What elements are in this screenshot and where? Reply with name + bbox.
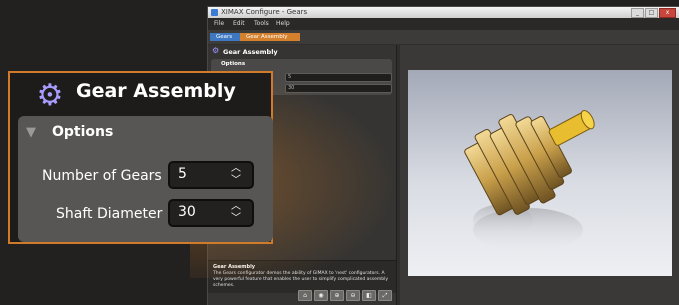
menu-file[interactable]: File [214,20,224,27]
home-view-button[interactable]: ⌂ [298,290,312,301]
collapse-arrow-icon[interactable]: ▼ [26,125,36,140]
callout-options-title: Options [52,124,114,140]
breadcrumb-gear-assembly[interactable]: Gear Assembly [240,33,300,41]
shaft-diameter-label: Shaft Diameter [56,206,163,222]
minimize-button[interactable]: _ [631,8,644,18]
callout-title: Gear Assembly [76,80,236,102]
menu-bar: File Edit Tools Help [208,18,679,30]
gears-icon: ⚙ [36,78,64,113]
window-title: XIMAX Configure - Gears [221,8,308,16]
panel-title: Gear Assembly [223,48,278,56]
section-view-button[interactable]: ◧ [362,290,376,301]
chevron-up-icon[interactable]: ︿ [231,164,241,174]
app-window: XIMAX Configure - Gears _ □ x File Edit … [207,6,679,305]
description-panel: Gear Assembly The Gears configurator dem… [208,260,396,293]
app-logo-icon [211,9,218,16]
fullscreen-button[interactable]: ⤢ [378,290,392,301]
menu-edit[interactable]: Edit [233,20,245,27]
gear-stack [464,110,595,216]
chevron-up-icon[interactable]: ︿ [231,202,241,212]
chevron-down-icon[interactable]: ﹀ [231,176,241,186]
callout-options-panel: ▼ Options Number of Gears 5 ︿ ﹀ Shaft Di… [18,116,273,242]
number-of-gears-stepper[interactable]: 5 ︿ ﹀ [168,161,254,189]
menu-help[interactable]: Help [276,20,290,27]
number-of-gears-value: 5 [178,166,187,182]
zoom-in-button[interactable]: ⊕ [330,290,344,301]
gear-assembly-render [464,110,595,252]
zoom-callout: ⚙ Gear Assembly ▼ Options Number of Gear… [8,71,273,244]
maximize-button[interactable]: □ [645,8,658,18]
viewport-panel [400,45,679,305]
gear-reflection [473,204,583,252]
description-title: Gear Assembly [213,264,256,270]
3d-viewport[interactable] [408,70,672,276]
options-title: Options [221,61,246,67]
description-text: The Gears configurator demos the ability… [213,271,389,288]
menu-tools[interactable]: Tools [254,20,269,27]
chevron-down-icon[interactable]: ﹀ [231,214,241,224]
close-button[interactable]: x [659,8,676,18]
breadcrumb: Gears Gear Assembly [208,30,679,44]
zoom-out-button[interactable]: ⊖ [346,290,360,301]
gears-icon: ⚙ [212,46,220,55]
window-titlebar[interactable]: XIMAX Configure - Gears _ □ x [208,7,679,18]
shaft-diameter-value: 30 [178,204,196,220]
shaft-diameter-field[interactable]: 30 [285,84,392,93]
shaft-diameter-stepper[interactable]: 30 ︿ ﹀ [168,199,254,227]
render-mode-button[interactable]: ◉ [314,290,328,301]
number-of-gears-field[interactable]: 5 [285,73,392,82]
number-of-gears-label: Number of Gears [42,168,162,184]
view-toolbar: ⌂ ◉ ⊕ ⊖ ◧ ⤢ [298,290,392,301]
